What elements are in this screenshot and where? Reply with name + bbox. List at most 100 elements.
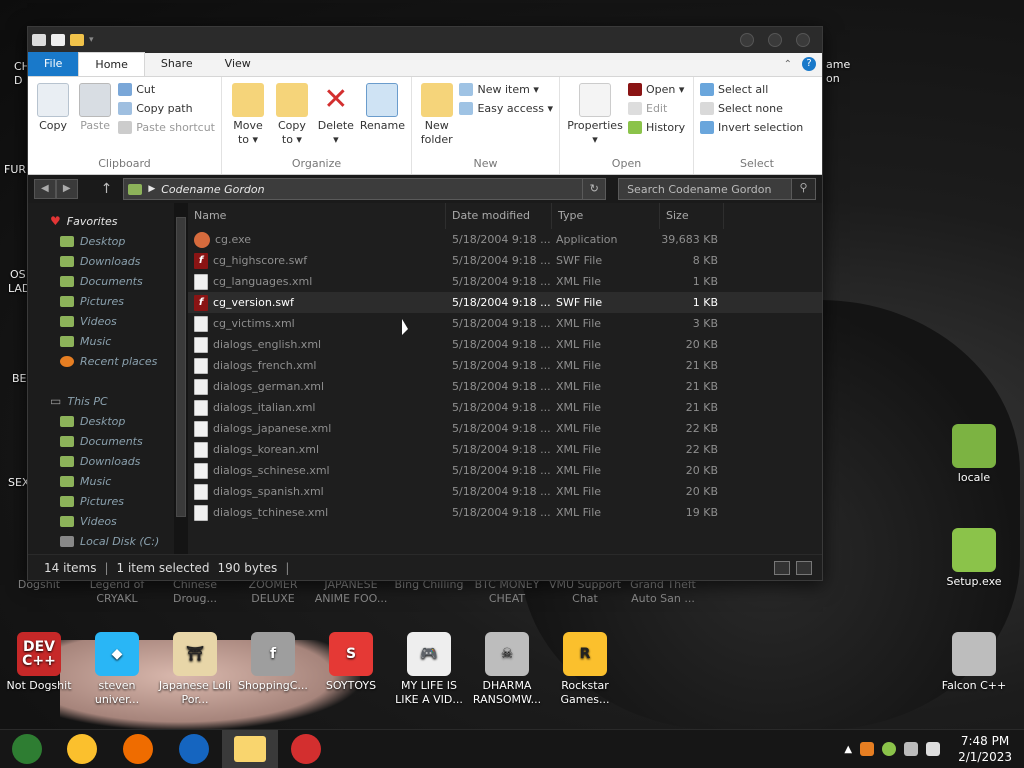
paste-shortcut-button[interactable]: Paste shortcut [118,121,215,134]
desktop-icon[interactable]: ☠ DHARMA RANSOMW... [469,632,545,707]
nav-favorites[interactable]: ♥ Favorites [28,211,188,231]
nav-fav-desktop[interactable]: Desktop [28,231,188,251]
file-row[interactable]: dialogs_schinese.xml 5/18/2004 9:18 ... XM… [188,460,822,481]
new-folder-quick-icon[interactable] [70,34,84,46]
open-button[interactable]: Open ▾ [628,83,685,96]
nav-pc-documents[interactable]: Documents [28,431,188,451]
desktop-icon[interactable]: ZOOMER DELUXE [235,578,311,606]
desktop-icon[interactable]: Grand Theft Auto San ... [625,578,701,606]
desktop-icon[interactable]: ◆ steven univer... [79,632,155,707]
title-bar[interactable]: ▾ [28,27,822,53]
desktop-icon[interactable]: S SOYTOYS [313,632,389,693]
desktop-icon[interactable]: VMU Support Chat [547,578,623,606]
column-size[interactable]: Size [660,203,724,229]
taskbar-button[interactable] [110,730,166,768]
file-row[interactable]: dialogs_english.xml 5/18/2004 9:18 ... XML… [188,334,822,355]
file-row[interactable]: dialogs_tchinese.xml 5/18/2004 9:18 ... XM… [188,502,822,523]
edit-button[interactable]: Edit [628,102,685,115]
tray-plus-icon[interactable] [882,742,897,756]
nav-pc-downloads[interactable]: Downloads [28,451,188,471]
new-item-button[interactable]: New item ▾ [459,83,553,96]
help-icon[interactable]: ? [802,57,816,71]
file-row[interactable]: dialogs_french.xml 5/18/2004 9:18 ... XML … [188,355,822,376]
properties-quick-icon[interactable] [51,34,65,46]
desktop-icon[interactable]: R Rockstar Games... [547,632,623,707]
file-row[interactable]: dialogs_japanese.xml 5/18/2004 9:18 ... XM… [188,418,822,439]
nav-pc-pictures[interactable]: Pictures [28,491,188,511]
select-none-button[interactable]: Select none [700,102,803,115]
nav-fav-downloads[interactable]: Downloads [28,251,188,271]
nav-fav-documents[interactable]: Documents [28,271,188,291]
minimize-button[interactable] [740,33,754,47]
cut-button[interactable]: Cut [118,83,215,96]
nav-fav-pictures[interactable]: Pictures [28,291,188,311]
search-icon[interactable]: ⚲ [791,179,815,199]
file-row[interactable]: f cg_highscore.swf 5/18/2004 9:18 ... SWF F… [188,250,822,271]
file-row[interactable]: cg.exe 5/18/2004 9:18 ... Application 39,68… [188,229,822,250]
desktop-icon[interactable]: locale [936,424,1012,485]
address-input[interactable]: ▶ Codename Gordon [123,178,585,200]
nav-scrollbar[interactable] [174,203,188,554]
file-row[interactable]: dialogs_spanish.xml 5/18/2004 9:18 ... XML… [188,481,822,502]
desktop-icon[interactable]: JAPANESE ANIME FOO... [313,578,389,606]
nav-pc-local-disk-c[interactable]: Local Disk (C:) [28,531,188,551]
column-type[interactable]: Type [552,203,660,229]
taskbar-button[interactable] [54,730,110,768]
tray-app-icon[interactable] [860,742,875,756]
maximize-button[interactable] [768,33,782,47]
file-row[interactable]: dialogs_italian.xml 5/18/2004 9:18 ... XML… [188,397,822,418]
tab-share[interactable]: Share [145,52,209,76]
nav-fav-videos[interactable]: Videos [28,311,188,331]
nav-pc-desktop[interactable]: Desktop [28,411,188,431]
select-all-button[interactable]: Select all [700,83,803,96]
back-button[interactable]: ◀ [34,179,56,199]
explorer-window[interactable]: ▾ File Home Share View ⌃ ? Copy Paste Cu… [27,26,823,581]
column-date[interactable]: Date modified [446,203,552,229]
taskbar-button[interactable] [222,729,278,768]
taskbar-button[interactable] [0,730,54,768]
desktop-icon[interactable]: DEV C++ Not Dogshit [1,632,77,693]
nav-pc-videos[interactable]: Videos [28,511,188,531]
refresh-button[interactable]: ↻ [582,178,607,200]
file-row[interactable]: cg_languages.xml 5/18/2004 9:18 ... XML Fi… [188,271,822,292]
close-button[interactable] [796,33,810,47]
desktop-icon[interactable]: 🎮 MY LIFE IS LIKE A VID... [391,632,467,707]
details-view-button[interactable] [774,560,790,575]
history-button[interactable]: History [628,121,685,134]
nav-this-pc[interactable]: ▭ This PC [28,391,188,411]
desktop-icon[interactable]: Setup.exe [936,528,1012,589]
nav-pc-music[interactable]: Music [28,471,188,491]
nav-scroll-thumb[interactable] [176,217,186,517]
file-row[interactable]: dialogs_korean.xml 5/18/2004 9:18 ... XML … [188,439,822,460]
tab-home[interactable]: Home [78,52,145,76]
taskbar-button[interactable] [278,730,334,768]
search-input[interactable]: Search Codename Gordon ⚲ [618,178,816,200]
desktop-icon[interactable]: f ShoppingC... [235,632,311,693]
tab-file[interactable]: File [28,52,79,76]
file-row[interactable]: dialogs_german.xml 5/18/2004 9:18 ... XML … [188,376,822,397]
desktop-icon[interactable]: Chinese Droug... [157,578,233,606]
chevron-down-icon[interactable]: ▾ [89,35,94,45]
desktop-icon[interactable]: Falcon C++ [936,632,1012,693]
clock[interactable]: 7:48 PM 2/1/2023 [958,733,1012,765]
volume-icon[interactable] [926,742,941,756]
taskbar-button[interactable] [166,730,222,768]
tray-expand-icon[interactable]: ▲ [844,744,852,755]
desktop-icon[interactable]: BTC MONEY CHEAT [469,578,545,606]
easy-access-button[interactable]: Easy access ▾ [459,102,553,115]
collapse-ribbon-icon[interactable]: ⌃ [784,59,792,70]
network-icon[interactable] [904,742,919,756]
invert-selection-button[interactable]: Invert selection [700,121,803,134]
forward-button[interactable]: ▶ [55,179,78,199]
file-row[interactable]: cg_victims.xml 5/18/2004 9:18 ... XML File… [188,313,822,334]
tab-view[interactable]: View [209,52,267,76]
nav-fav-music[interactable]: Music [28,331,188,351]
large-icons-view-button[interactable] [796,560,812,575]
up-arrow-icon[interactable]: ↑ [96,181,118,197]
column-name[interactable]: Name [188,203,446,229]
nav-fav-recent-places[interactable]: Recent places [28,351,188,371]
desktop-icon[interactable]: ⛩ Japanese Loli Por... [157,632,233,707]
desktop-icon[interactable]: Legend of CRYAKL [79,578,155,606]
copy-path-button[interactable]: Copy path [118,102,215,115]
file-row[interactable]: f cg_version.swf 5/18/2004 9:18 ... SWF Fil… [188,292,822,313]
